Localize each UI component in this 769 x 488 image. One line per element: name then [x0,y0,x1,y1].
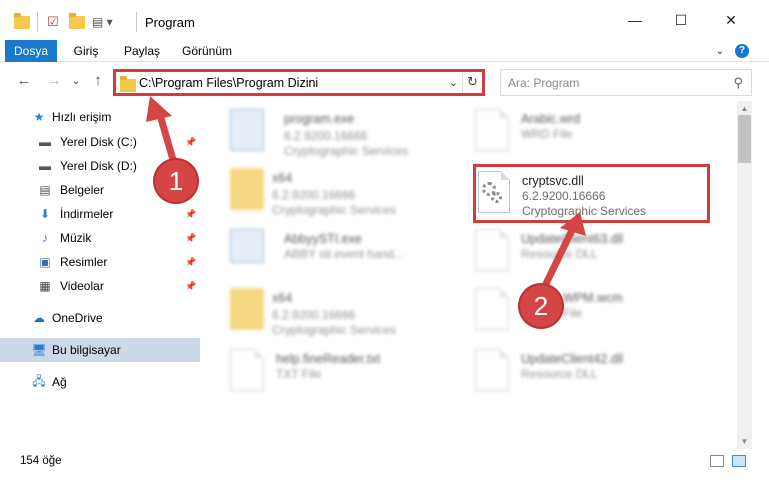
arrow-2-line [538,222,578,296]
annotation-arrows [146,96,586,296]
annotation-badge-2: 2 [520,285,562,327]
arrow-1-head [146,96,172,122]
annotation-badge-1: 1 [155,160,197,202]
